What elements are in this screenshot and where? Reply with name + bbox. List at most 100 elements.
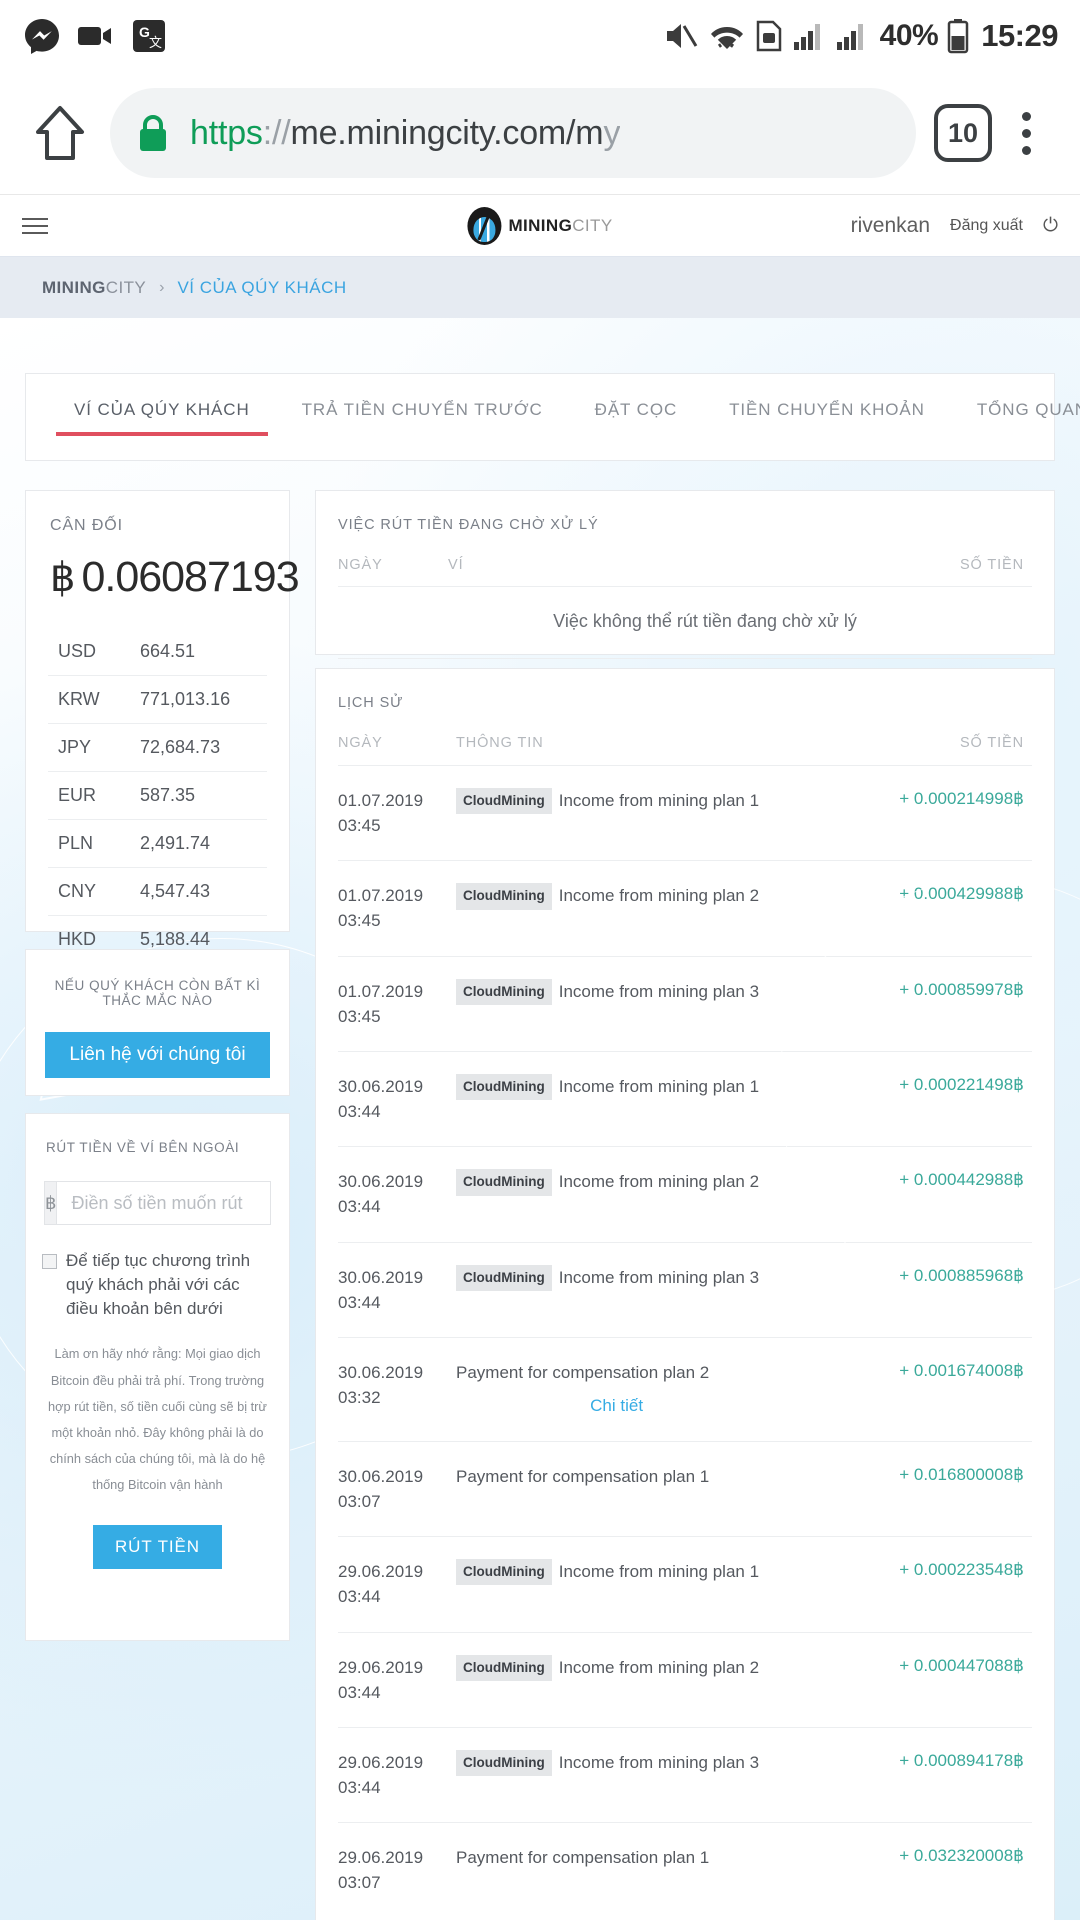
history-info: CloudMining Income from mining plan 3 bbox=[456, 1264, 899, 1291]
history-info: CloudMining Income from mining plan 3 bbox=[456, 1749, 899, 1777]
status-badge: CloudMining bbox=[456, 883, 552, 910]
withdraw-card: RÚT TIỀN VỀ VÍ BÊN NGOÀI ฿ Để tiếp tục c… bbox=[25, 1113, 318, 1641]
status-clock: 15:29 bbox=[981, 18, 1058, 53]
history-date: 29.06.2019 03:44 bbox=[338, 1657, 424, 1702]
header-user-area: rivenkan Đăng xuất ⏻ bbox=[851, 214, 1058, 238]
url-text: https://me.miningcity.com/my bbox=[190, 114, 620, 153]
logout-link[interactable]: Đăng xuất bbox=[950, 217, 1023, 235]
contact-heading: NẾU QUÝ KHÁCH CÒN BẤT KÌ THẮC MẮC NÀO bbox=[54, 978, 261, 1008]
history-amount: + 0.000442988฿ bbox=[899, 1170, 1024, 1190]
terms-label: Để tiếp tục chương trình quý khách phải … bbox=[66, 1251, 251, 1319]
table-row: 30.06.2019 03:07 Payment for compensation … bbox=[338, 1440, 1032, 1536]
history-column-headers: NGÀY THÔNG TIN SỐ TIỀN bbox=[316, 711, 1054, 751]
overflow-menu-icon[interactable] bbox=[996, 97, 1056, 169]
tab-dat-coc[interactable]: ĐẶT CỌC bbox=[595, 400, 678, 436]
hamburger-icon[interactable] bbox=[22, 217, 48, 234]
table-row: JPY 72,684.73 bbox=[48, 724, 267, 772]
status-badge: CloudMining bbox=[456, 1073, 552, 1101]
contact-us-button[interactable]: Liên hệ với chúng tôi bbox=[45, 1032, 270, 1078]
breadcrumb: MININGCITY › VÍ CỦA QÚY KHÁCH bbox=[0, 256, 1080, 318]
history-info: CloudMining Income from mining plan 1 bbox=[456, 788, 899, 815]
status-badge: CloudMining bbox=[456, 1264, 552, 1291]
brand-logo[interactable]: MININGCITY bbox=[467, 206, 613, 245]
breadcrumb-current: VÍ CỦA QÚY KHÁCH bbox=[177, 277, 347, 297]
withdraw-amount-field: ฿ bbox=[44, 1181, 318, 1225]
history-amount: + 0.000429988฿ bbox=[899, 884, 1024, 904]
url-bar[interactable]: https://me.miningcity.com/my bbox=[110, 88, 916, 178]
wallet-tab-bar: VÍ CỦA QÚY KHÁCH TRẢ TIỀN CHUYỂN TRƯỚC Đ… bbox=[25, 373, 1080, 461]
terms-checkbox[interactable] bbox=[42, 1254, 57, 1269]
breadcrumb-separator: › bbox=[159, 278, 165, 296]
tab-tong-quan-ve[interactable]: TỔNG QUAN VỀ bbox=[977, 400, 1080, 436]
history-date: 30.06.2019 03:32 bbox=[338, 1362, 424, 1408]
tab-vi-cua-quy-khach[interactable]: VÍ CỦA QÚY KHÁCH bbox=[56, 400, 268, 436]
android-status-bar: G 文 40% 15:29 bbox=[0, 0, 1080, 72]
table-row: 01.07.2019 03:45 CloudMining Income from mi… bbox=[338, 955, 1032, 1051]
fiat-value: 587.35 bbox=[140, 785, 196, 805]
column-header-amount: SỐ TIỀN bbox=[959, 557, 1024, 573]
breadcrumb-root[interactable]: MININGCITY bbox=[42, 278, 146, 298]
history-info: CloudMining Income from mining plan 3 bbox=[456, 978, 899, 1005]
withdraw-fee-note: Làm ơn hãy nhớ rằng: Mọi giao dịch Bitco… bbox=[48, 1346, 267, 1493]
username-label[interactable]: rivenkan bbox=[851, 214, 930, 238]
breadcrumb-root-bold: MINING bbox=[42, 277, 106, 297]
detail-link[interactable]: Chi tiết bbox=[456, 1393, 887, 1419]
history-info: CloudMining Income from mining plan 2 bbox=[456, 1654, 899, 1681]
fiat-value: 5,188.44 bbox=[140, 929, 211, 949]
history-amount: + 0.000885968฿ bbox=[899, 1265, 1024, 1285]
lock-icon bbox=[136, 112, 170, 154]
btc-balance-value: 0.06087193 bbox=[81, 553, 299, 601]
table-row: 30.06.2019 03:44 CloudMining Income from mi… bbox=[338, 1050, 1032, 1146]
fiat-code: PLN bbox=[58, 833, 94, 853]
power-icon[interactable]: ⏻ bbox=[1043, 215, 1058, 237]
column-header-wallet: VÍ bbox=[448, 557, 464, 573]
history-amount: + 0.001674008฿ bbox=[899, 1360, 1024, 1380]
column-header-amount: SỐ TIỀN bbox=[959, 735, 1024, 751]
mute-icon bbox=[666, 24, 697, 48]
table-row: 30.06.2019 03:44 CloudMining Income from mi… bbox=[338, 1146, 1032, 1241]
wifi-icon bbox=[710, 27, 743, 49]
brand-light: CITY bbox=[572, 216, 613, 235]
withdraw-amount-input[interactable] bbox=[57, 1182, 318, 1224]
battery-icon bbox=[947, 19, 969, 54]
tab-tra-tien-chuyen-truoc[interactable]: TRẢ TIỀN CHUYỂN TRƯỚC bbox=[302, 400, 543, 436]
brand-bold: MINING bbox=[508, 216, 573, 235]
fiat-code: HKD bbox=[58, 929, 97, 949]
terms-agreement-row: Để tiếp tục chương trình quý khách phải … bbox=[42, 1249, 273, 1321]
table-row: 29.06.2019 03:07 Payment for compensation … bbox=[338, 1822, 1032, 1917]
table-row: PLN 2,491.74 bbox=[48, 820, 267, 868]
status-badge: CloudMining bbox=[456, 1559, 552, 1586]
tab-row: VÍ CỦA QÚY KHÁCH TRẢ TIỀN CHUYỂN TRƯỚC Đ… bbox=[26, 400, 1080, 436]
google-translate-icon: G 文 bbox=[133, 20, 165, 52]
history-info: CloudMining Income from mining plan 1 bbox=[456, 1559, 899, 1586]
fiat-code: KRW bbox=[58, 689, 100, 709]
history-amount: + 0.000447088฿ bbox=[899, 1655, 1024, 1675]
breadcrumb-root-light: CITY bbox=[105, 277, 147, 297]
table-row: 29.06.2019 03:44 CloudMining Income from mi… bbox=[338, 1631, 1032, 1727]
history-amount: + 0.000223548฿ bbox=[899, 1560, 1024, 1580]
column-header-date: NGÀY bbox=[338, 557, 383, 573]
table-row: KRW 771,013.16 bbox=[48, 676, 267, 724]
status-badge: CloudMining bbox=[456, 978, 552, 1005]
history-date: 01.07.2019 03:45 bbox=[338, 886, 424, 931]
messenger-icon bbox=[25, 19, 59, 54]
history-info: Payment for compensation plan 1 bbox=[456, 1848, 710, 1868]
fiat-code: EUR bbox=[58, 785, 97, 805]
home-icon[interactable] bbox=[24, 97, 96, 169]
history-date: 29.06.2019 03:44 bbox=[338, 1562, 424, 1607]
withdraw-heading: RÚT TIỀN VỀ VÍ BÊN NGOÀI bbox=[46, 1140, 240, 1155]
status-badge: CloudMining bbox=[456, 1749, 552, 1777]
pending-withdrawals-card: VIỆC RÚT TIỀN ĐANG CHỜ XỬ LÝ NGÀY VÍ SỐ … bbox=[315, 490, 1055, 659]
history-info: Payment for compensation plan 2 Chi tiết bbox=[456, 1360, 899, 1419]
fiat-value: 771,013.16 bbox=[140, 689, 231, 709]
history-amount: + 0.016800008฿ bbox=[899, 1464, 1024, 1484]
withdraw-button[interactable]: RÚT TIỀN bbox=[93, 1524, 222, 1569]
site-header: MININGCITY rivenkan Đăng xuất ⏻ bbox=[0, 194, 1080, 256]
history-date: 29.06.2019 03:44 bbox=[338, 1752, 424, 1797]
history-date: 30.06.2019 03:44 bbox=[338, 1172, 424, 1217]
pending-column-headers: NGÀY VÍ SỐ TIỀN bbox=[316, 533, 1054, 573]
tab-counter-button[interactable]: 10 bbox=[934, 104, 992, 162]
tab-tien-chuyen-khoan[interactable]: TIỀN CHUYỂN KHOẢN bbox=[729, 400, 925, 436]
svg-text:文: 文 bbox=[149, 35, 162, 50]
history-table: 01.07.2019 03:45 CloudMining Income from mi… bbox=[338, 765, 1032, 1917]
